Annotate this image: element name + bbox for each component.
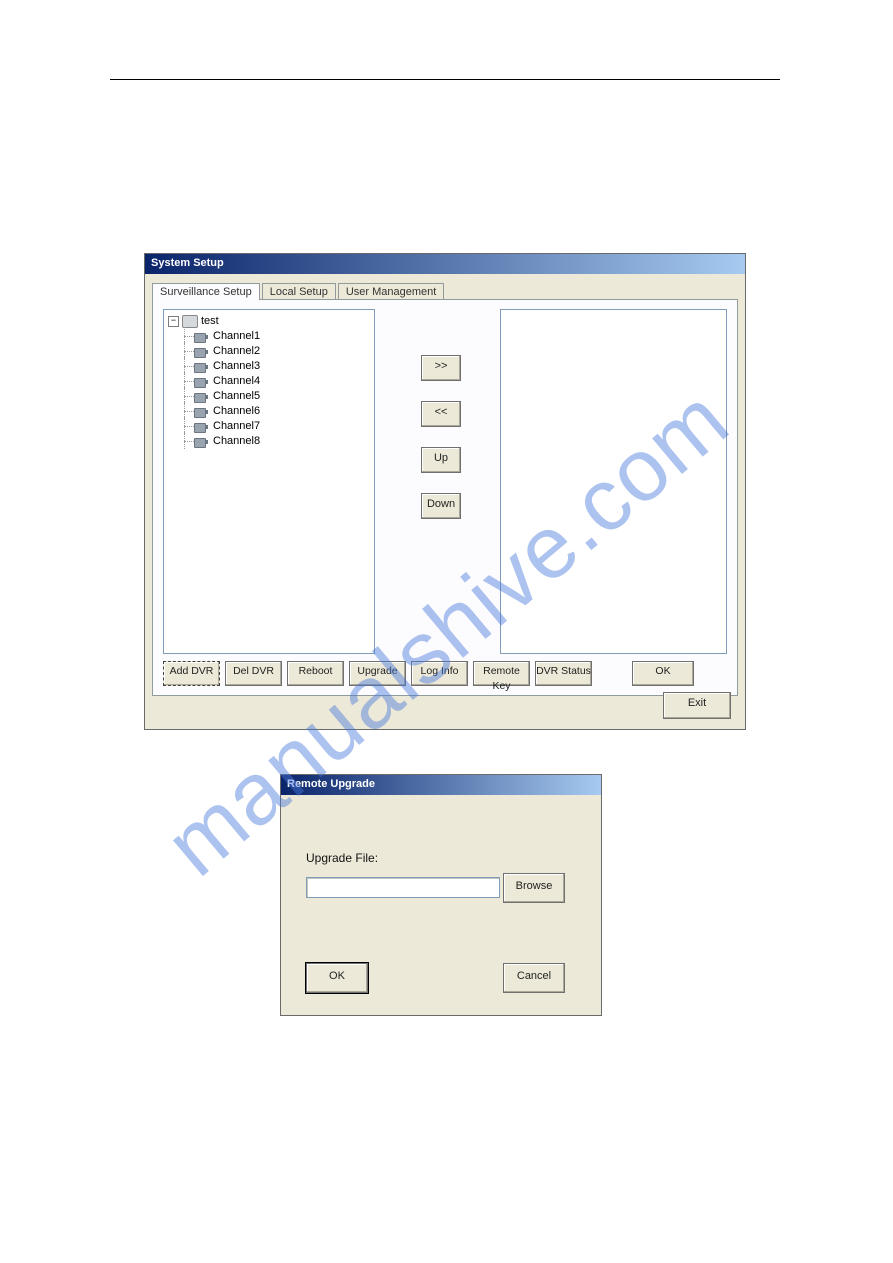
tree-child-label: Channel1 bbox=[213, 329, 260, 344]
tree-child-label: Channel6 bbox=[213, 404, 260, 419]
channel-tree-list[interactable]: − test Channel1 Channel2 Chan bbox=[163, 309, 375, 654]
move-right-button[interactable]: >> bbox=[421, 355, 461, 381]
tree-child-row[interactable]: Channel3 bbox=[166, 359, 372, 374]
tab-local-setup[interactable]: Local Setup bbox=[262, 283, 336, 300]
tree-root-label: test bbox=[201, 314, 219, 329]
exit-button[interactable]: Exit bbox=[663, 692, 731, 719]
upgrade-file-label: Upgrade File: bbox=[306, 851, 378, 865]
exit-row: Exit bbox=[663, 692, 731, 719]
page-divider bbox=[110, 79, 780, 80]
move-left-button[interactable]: << bbox=[421, 401, 461, 427]
tree-child-label: Channel3 bbox=[213, 359, 260, 374]
log-info-button[interactable]: Log Info bbox=[411, 661, 468, 686]
tree-child-row[interactable]: Channel7 bbox=[166, 419, 372, 434]
selected-channels-list[interactable] bbox=[500, 309, 727, 654]
upgrade-button[interactable]: Upgrade bbox=[349, 661, 406, 686]
move-buttons-column: >> << Up Down bbox=[421, 355, 469, 519]
camera-icon bbox=[194, 347, 208, 357]
tab-user-management[interactable]: User Management bbox=[338, 283, 445, 300]
camera-icon bbox=[194, 407, 208, 417]
tree-child-row[interactable]: Channel1 bbox=[166, 329, 372, 344]
move-up-button[interactable]: Up bbox=[421, 447, 461, 473]
collapse-icon[interactable]: − bbox=[168, 316, 179, 327]
reboot-button[interactable]: Reboot bbox=[287, 661, 344, 686]
tab-label: User Management bbox=[346, 286, 437, 298]
tree-child-row[interactable]: Channel8 bbox=[166, 434, 372, 449]
tree-child-row[interactable]: Channel5 bbox=[166, 389, 372, 404]
move-down-button[interactable]: Down bbox=[421, 493, 461, 519]
tree-root-row[interactable]: − test bbox=[166, 314, 372, 329]
camera-icon bbox=[194, 392, 208, 402]
dialog-titlebar: Remote Upgrade bbox=[281, 775, 601, 795]
camera-icon bbox=[194, 422, 208, 432]
tree-child-label: Channel2 bbox=[213, 344, 260, 359]
remote-upgrade-dialog: Remote Upgrade Upgrade File: Browse OK C… bbox=[280, 774, 602, 1016]
tree-child-row[interactable]: Channel2 bbox=[166, 344, 372, 359]
camera-icon bbox=[194, 362, 208, 372]
tree-child-label: Channel4 bbox=[213, 374, 260, 389]
tree-child-row[interactable]: Channel6 bbox=[166, 404, 372, 419]
ok-button[interactable]: OK bbox=[632, 661, 694, 686]
tree-child-label: Channel8 bbox=[213, 434, 260, 449]
camera-icon bbox=[194, 437, 208, 447]
camera-icon bbox=[194, 332, 208, 342]
window-title: System Setup bbox=[151, 257, 224, 269]
dvr-status-button[interactable]: DVR Status bbox=[535, 661, 592, 686]
dialog-body: Upgrade File: Browse OK Cancel bbox=[281, 795, 601, 1015]
add-dvr-button[interactable]: Add DVR bbox=[163, 661, 220, 686]
tree-child-label: Channel7 bbox=[213, 419, 260, 434]
tab-surveillance-setup[interactable]: Surveillance Setup bbox=[152, 283, 260, 300]
del-dvr-button[interactable]: Del DVR bbox=[225, 661, 282, 686]
ok-button[interactable]: OK bbox=[306, 963, 368, 993]
tab-label: Surveillance Setup bbox=[160, 286, 252, 298]
dialog-title: Remote Upgrade bbox=[287, 778, 375, 790]
bottom-button-row: Add DVR Del DVR Reboot Upgrade Log Info … bbox=[163, 661, 694, 686]
window-titlebar: System Setup bbox=[145, 254, 745, 274]
system-setup-window: System Setup Surveillance Setup Local Se… bbox=[144, 253, 746, 730]
tab-panel: − test Channel1 Channel2 Chan bbox=[152, 299, 738, 696]
tabs-row: Surveillance Setup Local Setup User Mana… bbox=[152, 279, 738, 299]
cancel-button[interactable]: Cancel bbox=[503, 963, 565, 993]
upgrade-file-input[interactable] bbox=[306, 877, 500, 898]
tree: − test Channel1 Channel2 Chan bbox=[164, 310, 374, 453]
tree-child-label: Channel5 bbox=[213, 389, 260, 404]
camera-icon bbox=[194, 377, 208, 387]
tab-label: Local Setup bbox=[270, 286, 328, 298]
tree-child-row[interactable]: Channel4 bbox=[166, 374, 372, 389]
remote-key-button[interactable]: Remote Key bbox=[473, 661, 530, 686]
browse-button[interactable]: Browse bbox=[503, 873, 565, 903]
